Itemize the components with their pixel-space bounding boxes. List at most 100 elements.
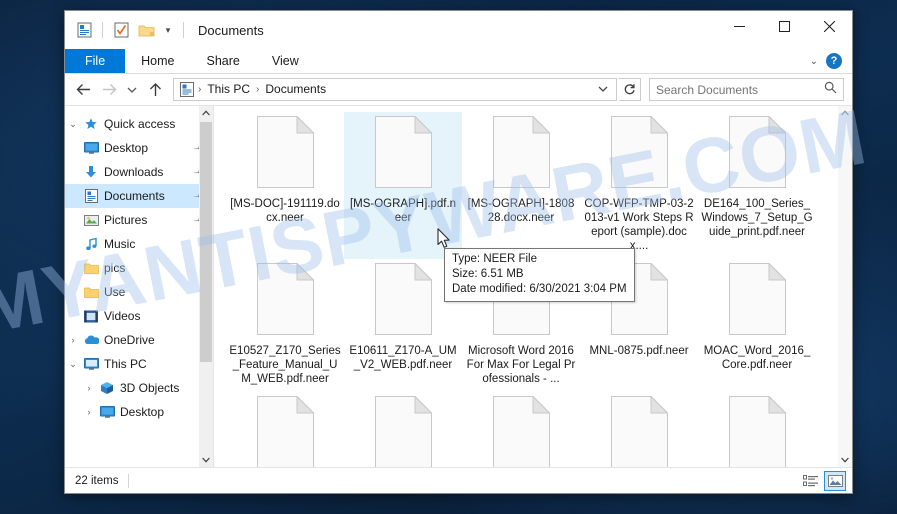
sidebar-item-pictures[interactable]: Pictures 📌 [65, 208, 213, 232]
sidebar-item-label: Pictures [104, 213, 148, 227]
expander-icon[interactable]: › [81, 383, 97, 393]
folder-icon [81, 262, 101, 275]
sidebar-item-3d-objects[interactable]: › 3D Objects [65, 376, 213, 400]
back-button[interactable] [71, 78, 95, 102]
navigation-pane-scrollbar[interactable] [199, 106, 213, 467]
large-icons-view-button[interactable] [824, 470, 846, 491]
documents-folder-icon [178, 82, 196, 97]
search-box[interactable] [649, 78, 844, 101]
up-button[interactable] [143, 78, 167, 102]
generic-file-icon [728, 262, 787, 340]
breadcrumb-dropdown-icon[interactable] [592, 85, 614, 95]
scroll-down-icon[interactable] [838, 453, 852, 467]
recent-locations-button[interactable] [123, 78, 141, 102]
window-title: Documents [198, 22, 264, 38]
file-item-partial[interactable] [698, 392, 816, 467]
sidebar-item-downloads[interactable]: Downloads 📌 [65, 160, 213, 184]
toolbar-divider [102, 22, 103, 38]
tab-home[interactable]: Home [125, 49, 190, 73]
toolbar-divider-2 [183, 22, 184, 38]
search-input[interactable] [656, 82, 824, 97]
sidebar-item-label: Desktop [120, 405, 165, 419]
sidebar-item-documents[interactable]: Documents 📌 [65, 184, 213, 208]
breadcrumb-this-pc[interactable]: This PC [203, 79, 254, 100]
file-item[interactable]: [MS-OGRAPH].pdf.neer [344, 112, 462, 259]
file-pane-scrollbar[interactable] [838, 106, 852, 467]
file-item[interactable]: [MS-DOC]-191119.docx.neer [226, 112, 344, 259]
3dobjects-icon [97, 381, 117, 395]
forward-button[interactable] [97, 78, 121, 102]
file-item[interactable]: DE164_100_Series_Windows_7_Setup_Guide_p… [698, 112, 816, 259]
breadcrumb-bar[interactable]: › This PC › Documents [173, 78, 617, 101]
new-folder-icon[interactable] [135, 19, 157, 41]
generic-file-icon [256, 115, 315, 193]
help-button[interactable]: ? [826, 53, 842, 69]
generic-file-icon [374, 262, 433, 340]
minimize-button[interactable] [717, 11, 762, 41]
music-icon [81, 237, 101, 251]
search-icon [824, 81, 837, 99]
generic-file-icon [492, 115, 551, 193]
videos-icon [81, 310, 101, 323]
refresh-button[interactable] [619, 78, 641, 101]
expander-icon[interactable]: › [81, 407, 97, 417]
star-icon [81, 117, 101, 131]
sidebar-item-quick-access[interactable]: ⌄ Quick access [65, 112, 213, 136]
expander-icon[interactable]: ⌄ [65, 119, 81, 130]
sidebar-item-onedrive[interactable]: › OneDrive [65, 328, 213, 352]
sidebar-item-videos[interactable]: Videos [65, 304, 213, 328]
scrollbar-thumb[interactable] [200, 122, 212, 362]
generic-file-icon [492, 395, 551, 467]
sidebar-item-pics[interactable]: pics [65, 256, 213, 280]
scroll-up-icon[interactable] [838, 106, 852, 120]
tab-share[interactable]: Share [191, 49, 256, 73]
item-count-label: 22 items [75, 474, 119, 487]
chevron-down-icon[interactable]: ⌄ [810, 56, 818, 67]
sidebar-item-use[interactable]: Use [65, 280, 213, 304]
document-icon[interactable] [73, 19, 95, 41]
file-name: E10611_Z170-A_UM_V2_WEB.pdf.neer [349, 345, 457, 371]
navigation-pane: ⌄ Quick access Desktop 📌 Downloads 📌 [65, 106, 213, 467]
file-item-partial[interactable] [344, 392, 462, 467]
sidebar-item-desktop-2[interactable]: › Desktop [65, 400, 213, 424]
address-bar: › This PC › Documents [65, 74, 852, 105]
file-name: MNL-0875.pdf.neer [589, 345, 689, 357]
tab-file[interactable]: File [65, 49, 126, 73]
file-item-partial[interactable] [580, 392, 698, 467]
file-name: MOAC_Word_2016_Core.pdf.neer [703, 345, 811, 371]
breadcrumb-documents[interactable]: Documents [261, 79, 330, 100]
maximize-button[interactable] [762, 11, 807, 41]
file-name: DE164_100_Series_Windows_7_Setup_Guide_p… [701, 198, 813, 238]
sidebar-item-label: Downloads [104, 165, 164, 179]
expander-icon[interactable]: ⌄ [65, 359, 81, 370]
scroll-down-icon[interactable] [199, 453, 213, 467]
details-view-button[interactable] [800, 471, 822, 491]
desktop-icon [97, 405, 117, 419]
file-item[interactable]: COP-WFP-TMP-03-2013-v1 Work Steps Report… [580, 112, 698, 259]
file-item-partial[interactable] [226, 392, 344, 467]
scroll-up-icon[interactable] [199, 106, 213, 120]
breadcrumb-separator-1: › [198, 84, 202, 95]
ribbon-right-controls: ⌄ ? [810, 49, 852, 73]
sidebar-item-music[interactable]: Music [65, 232, 213, 256]
file-item-partial[interactable] [462, 392, 580, 467]
properties-icon[interactable] [110, 19, 132, 41]
file-item[interactable]: [MS-OGRAPH]-180828.docx.neer [462, 112, 580, 259]
sidebar-item-this-pc[interactable]: ⌄ This PC [65, 352, 213, 376]
scrollbar-track[interactable] [199, 120, 213, 453]
quick-access-toolbar: ▾ [73, 19, 188, 41]
sidebar-item-label: Use [104, 285, 126, 299]
file-item[interactable]: MOAC_Word_2016_Core.pdf.neer [698, 259, 816, 392]
file-name: Microsoft Word 2016 For Max For Legal Pr… [466, 345, 576, 385]
documents-icon [81, 189, 101, 203]
sidebar-item-label: Quick access [104, 117, 176, 131]
file-item[interactable]: E10527_Z170_Series_Feature_Manual_UM_WEB… [226, 259, 344, 392]
expander-icon[interactable]: › [65, 335, 81, 345]
quick-access-dropdown[interactable]: ▾ [160, 19, 176, 41]
sidebar-item-label: Videos [104, 309, 141, 323]
file-name: COP-WFP-TMP-03-2013-v1 Work Steps Report… [584, 198, 694, 252]
close-button[interactable] [807, 11, 852, 41]
sidebar-item-desktop[interactable]: Desktop 📌 [65, 136, 213, 160]
tab-view[interactable]: View [256, 49, 315, 73]
sidebar-item-label: Documents [104, 189, 165, 203]
